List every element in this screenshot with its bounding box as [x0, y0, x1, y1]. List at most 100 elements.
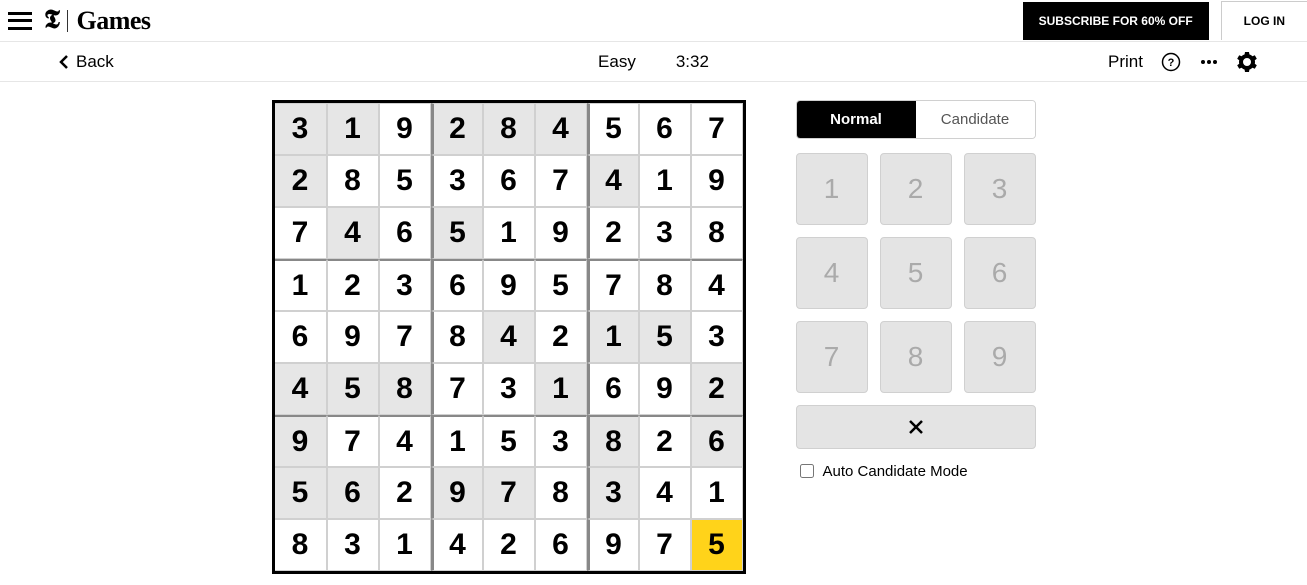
- cell-r0-c2[interactable]: 9: [379, 103, 431, 155]
- cell-r5-c1[interactable]: 5: [327, 363, 379, 415]
- cell-r7-c7[interactable]: 4: [639, 467, 691, 519]
- numkey-3[interactable]: 3: [964, 153, 1036, 225]
- cell-r8-c0[interactable]: 8: [275, 519, 327, 571]
- cell-r0-c6[interactable]: 5: [587, 103, 639, 155]
- cell-r3-c2[interactable]: 3: [379, 259, 431, 311]
- cell-r1-c1[interactable]: 8: [327, 155, 379, 207]
- cell-r7-c2[interactable]: 2: [379, 467, 431, 519]
- cell-r4-c7[interactable]: 5: [639, 311, 691, 363]
- cell-r5-c7[interactable]: 9: [639, 363, 691, 415]
- cell-r7-c8[interactable]: 1: [691, 467, 743, 519]
- cell-r5-c4[interactable]: 3: [483, 363, 535, 415]
- cell-r8-c4[interactable]: 2: [483, 519, 535, 571]
- cell-r0-c5[interactable]: 4: [535, 103, 587, 155]
- cell-r6-c8[interactable]: 6: [691, 415, 743, 467]
- cell-r1-c2[interactable]: 5: [379, 155, 431, 207]
- cell-r2-c1[interactable]: 4: [327, 207, 379, 259]
- cell-r6-c7[interactable]: 2: [639, 415, 691, 467]
- cell-r1-c8[interactable]: 9: [691, 155, 743, 207]
- cell-r5-c0[interactable]: 4: [275, 363, 327, 415]
- cell-r6-c2[interactable]: 4: [379, 415, 431, 467]
- cell-r0-c7[interactable]: 6: [639, 103, 691, 155]
- cell-r0-c1[interactable]: 1: [327, 103, 379, 155]
- cell-r3-c1[interactable]: 2: [327, 259, 379, 311]
- cell-r3-c0[interactable]: 1: [275, 259, 327, 311]
- cell-r3-c7[interactable]: 8: [639, 259, 691, 311]
- cell-r2-c0[interactable]: 7: [275, 207, 327, 259]
- cell-r6-c4[interactable]: 5: [483, 415, 535, 467]
- cell-r4-c1[interactable]: 9: [327, 311, 379, 363]
- auto-candidate-checkbox[interactable]: [800, 464, 814, 478]
- cell-r4-c3[interactable]: 8: [431, 311, 483, 363]
- brand-logo[interactable]: 𝕿 Games: [44, 5, 151, 36]
- cell-r8-c7[interactable]: 7: [639, 519, 691, 571]
- settings-icon[interactable]: [1237, 52, 1257, 72]
- auto-candidate-row[interactable]: Auto Candidate Mode: [796, 461, 1036, 481]
- cell-r0-c8[interactable]: 7: [691, 103, 743, 155]
- cell-r8-c3[interactable]: 4: [431, 519, 483, 571]
- cell-r2-c2[interactable]: 6: [379, 207, 431, 259]
- cell-r2-c8[interactable]: 8: [691, 207, 743, 259]
- help-icon[interactable]: ?: [1161, 52, 1181, 72]
- numkey-1[interactable]: 1: [796, 153, 868, 225]
- cell-r3-c6[interactable]: 7: [587, 259, 639, 311]
- cell-r3-c3[interactable]: 6: [431, 259, 483, 311]
- cell-r2-c7[interactable]: 3: [639, 207, 691, 259]
- cell-r4-c2[interactable]: 7: [379, 311, 431, 363]
- cell-r2-c5[interactable]: 9: [535, 207, 587, 259]
- cell-r4-c8[interactable]: 3: [691, 311, 743, 363]
- cell-r6-c6[interactable]: 8: [587, 415, 639, 467]
- cell-r6-c0[interactable]: 9: [275, 415, 327, 467]
- erase-button[interactable]: [796, 405, 1036, 449]
- login-button[interactable]: LOG IN: [1221, 1, 1307, 40]
- cell-r7-c1[interactable]: 6: [327, 467, 379, 519]
- cell-r2-c3[interactable]: 5: [431, 207, 483, 259]
- cell-r6-c3[interactable]: 1: [431, 415, 483, 467]
- numkey-8[interactable]: 8: [880, 321, 952, 393]
- cell-r7-c0[interactable]: 5: [275, 467, 327, 519]
- cell-r4-c5[interactable]: 2: [535, 311, 587, 363]
- subscribe-button[interactable]: SUBSCRIBE FOR 60% OFF: [1023, 2, 1209, 40]
- cell-r7-c5[interactable]: 8: [535, 467, 587, 519]
- cell-r8-c6[interactable]: 9: [587, 519, 639, 571]
- cell-r5-c8[interactable]: 2: [691, 363, 743, 415]
- cell-r7-c4[interactable]: 7: [483, 467, 535, 519]
- numkey-5[interactable]: 5: [880, 237, 952, 309]
- cell-r4-c6[interactable]: 1: [587, 311, 639, 363]
- cell-r5-c6[interactable]: 6: [587, 363, 639, 415]
- print-button[interactable]: Print: [1108, 52, 1143, 72]
- cell-r1-c3[interactable]: 3: [431, 155, 483, 207]
- cell-r0-c4[interactable]: 8: [483, 103, 535, 155]
- cell-r8-c2[interactable]: 1: [379, 519, 431, 571]
- cell-r3-c8[interactable]: 4: [691, 259, 743, 311]
- mode-normal-button[interactable]: Normal: [797, 101, 916, 138]
- numkey-2[interactable]: 2: [880, 153, 952, 225]
- menu-icon[interactable]: [8, 12, 32, 30]
- numkey-9[interactable]: 9: [964, 321, 1036, 393]
- cell-r1-c0[interactable]: 2: [275, 155, 327, 207]
- cell-r0-c0[interactable]: 3: [275, 103, 327, 155]
- cell-r0-c3[interactable]: 2: [431, 103, 483, 155]
- cell-r5-c2[interactable]: 8: [379, 363, 431, 415]
- numkey-7[interactable]: 7: [796, 321, 868, 393]
- cell-r7-c3[interactable]: 9: [431, 467, 483, 519]
- cell-r1-c7[interactable]: 1: [639, 155, 691, 207]
- more-icon[interactable]: [1199, 52, 1219, 72]
- cell-r6-c5[interactable]: 3: [535, 415, 587, 467]
- cell-r2-c4[interactable]: 1: [483, 207, 535, 259]
- mode-candidate-button[interactable]: Candidate: [916, 101, 1035, 138]
- cell-r5-c3[interactable]: 7: [431, 363, 483, 415]
- numkey-4[interactable]: 4: [796, 237, 868, 309]
- cell-r3-c5[interactable]: 5: [535, 259, 587, 311]
- cell-r1-c5[interactable]: 7: [535, 155, 587, 207]
- cell-r5-c5[interactable]: 1: [535, 363, 587, 415]
- numkey-6[interactable]: 6: [964, 237, 1036, 309]
- cell-r4-c4[interactable]: 4: [483, 311, 535, 363]
- cell-r4-c0[interactable]: 6: [275, 311, 327, 363]
- cell-r3-c4[interactable]: 9: [483, 259, 535, 311]
- cell-r8-c8[interactable]: 5: [691, 519, 743, 571]
- cell-r1-c6[interactable]: 4: [587, 155, 639, 207]
- cell-r8-c1[interactable]: 3: [327, 519, 379, 571]
- cell-r2-c6[interactable]: 2: [587, 207, 639, 259]
- cell-r8-c5[interactable]: 6: [535, 519, 587, 571]
